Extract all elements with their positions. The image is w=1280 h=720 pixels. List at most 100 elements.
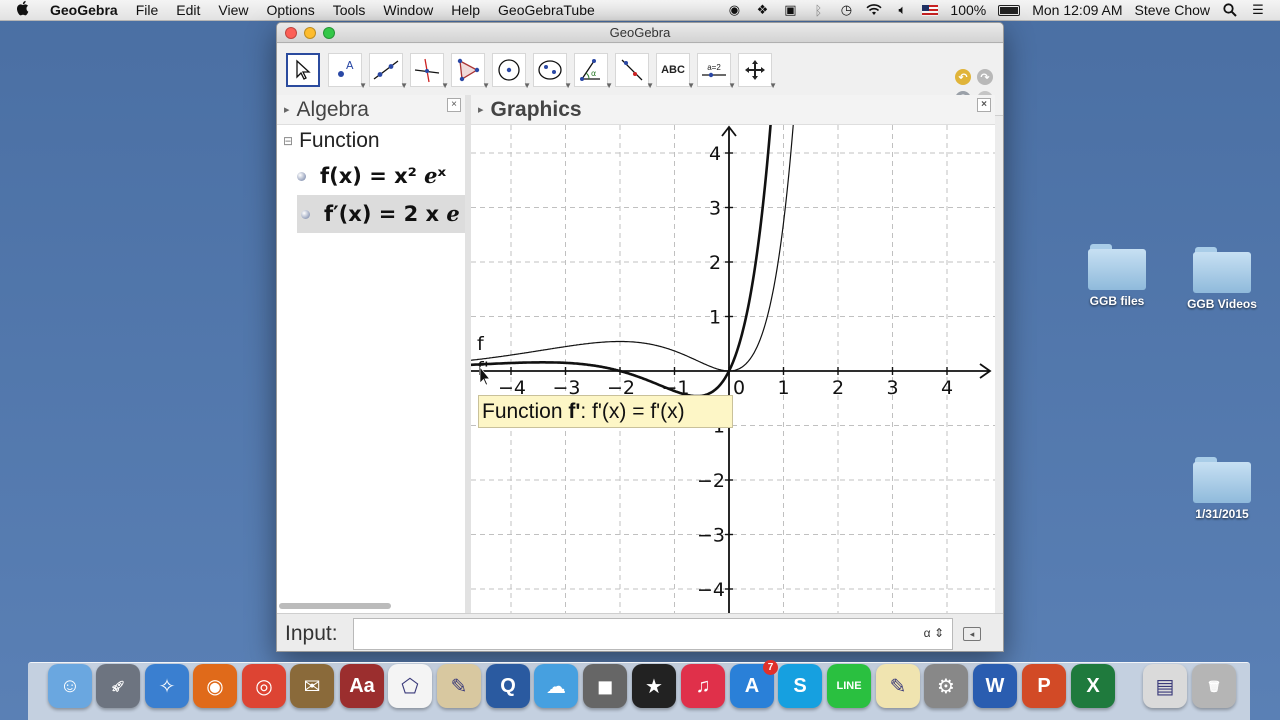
- menu-view[interactable]: View: [209, 2, 257, 18]
- slider-icon: [702, 72, 726, 77]
- dock-geogebra-icon[interactable]: ⬠: [388, 664, 432, 708]
- dock-messages-icon[interactable]: ☁: [534, 664, 578, 708]
- dock-downloads-icon[interactable]: ▤: [1143, 664, 1187, 708]
- graphics-header[interactable]: ▸ Graphics ×: [471, 95, 995, 125]
- input-field[interactable]: α ⇕: [353, 617, 953, 650]
- redo-icon[interactable]: ↷: [977, 69, 993, 85]
- graphics-canvas[interactable]: −4−3−2−1012344321−1−2−3−4 f f': [471, 125, 995, 613]
- volume-icon[interactable]: 🔈︎: [894, 2, 910, 17]
- dock-quicktime-icon[interactable]: Q: [486, 664, 530, 708]
- dock-trash-icon[interactable]: 🗑︎: [1192, 664, 1236, 708]
- dock-excel-icon[interactable]: X: [1071, 664, 1115, 708]
- circle-tool-button[interactable]: ▼: [492, 53, 531, 90]
- line-tool-button[interactable]: ▼: [369, 53, 408, 90]
- dock-facetime-icon[interactable]: ◼: [583, 664, 627, 708]
- dock-dictionary-icon[interactable]: Aa: [340, 664, 384, 708]
- collapse-caret-icon[interactable]: ▸: [284, 103, 290, 116]
- zoom-window-button[interactable]: [323, 27, 335, 39]
- slider-tool-button[interactable]: a=2 ▼: [697, 53, 736, 90]
- collapse-group-icon[interactable]: ⊟: [283, 134, 293, 148]
- battery-icon[interactable]: [998, 4, 1021, 16]
- algebra-horizontal-scrollbar[interactable]: [279, 603, 391, 609]
- close-graphics-icon[interactable]: ×: [977, 98, 991, 112]
- menu-geogebratube[interactable]: GeoGebraTube: [489, 2, 604, 18]
- menu-file[interactable]: File: [127, 2, 168, 18]
- desktop-folder-ggb-videos[interactable]: GGB Videos: [1177, 247, 1267, 311]
- wifi-icon[interactable]: [866, 3, 882, 17]
- user-name[interactable]: Steve Chow: [1135, 2, 1210, 18]
- perpendicular-tool-button[interactable]: ▼: [410, 53, 449, 90]
- window-titlebar[interactable]: GeoGebra: [277, 23, 1003, 43]
- move-tool-button[interactable]: [286, 53, 320, 87]
- clock[interactable]: Mon 12:09 AM: [1032, 2, 1122, 18]
- spotlight-icon[interactable]: [1222, 3, 1238, 17]
- dock-itunes-icon[interactable]: ♫: [681, 664, 725, 708]
- time-machine-icon[interactable]: ◷: [838, 2, 854, 17]
- dock-line-icon[interactable]: LINE: [827, 664, 871, 708]
- desktop-folder-ggb-files[interactable]: GGB files: [1072, 244, 1162, 308]
- label-f[interactable]: f: [477, 333, 485, 355]
- close-algebra-icon[interactable]: ×: [447, 98, 461, 112]
- minimize-window-button[interactable]: [304, 27, 316, 39]
- menu-window[interactable]: Window: [374, 2, 442, 18]
- dock-imovie-icon[interactable]: ★: [632, 664, 676, 708]
- menu-edit[interactable]: Edit: [167, 2, 209, 18]
- dock-firefox-icon[interactable]: ◉: [193, 664, 237, 708]
- dock-mail-icon[interactable]: ✉: [290, 664, 334, 708]
- y-tick-label: 4: [709, 143, 721, 165]
- undo-icon[interactable]: ↶: [955, 69, 971, 85]
- dock-word-icon[interactable]: W: [973, 664, 1017, 708]
- dock-app-store-icon[interactable]: A7: [730, 660, 778, 708]
- menu-options[interactable]: Options: [257, 2, 323, 18]
- search-tray-icon[interactable]: ▣: [782, 2, 798, 17]
- graphics-view[interactable]: ▸ Graphics × −4−3−2−1012344321−1−2−3−4 f…: [471, 95, 995, 613]
- close-window-button[interactable]: [285, 27, 297, 39]
- x-tick-label: 4: [941, 377, 953, 399]
- us-flag-input-icon[interactable]: [922, 4, 939, 16]
- point-tool-button[interactable]: A ▼: [328, 53, 367, 90]
- symbol-table-button[interactable]: α ⇕: [924, 626, 944, 640]
- menu-help[interactable]: Help: [442, 2, 489, 18]
- curve-f[interactable]: [471, 125, 795, 372]
- dock-chrome-icon[interactable]: ◎: [242, 664, 286, 708]
- battery-percent: 100%: [950, 2, 987, 18]
- move-graphics-tool-button[interactable]: ▼: [738, 53, 777, 90]
- algebra-item-f[interactable]: f(x) = x² ℯˣ: [277, 157, 465, 195]
- dropbox-icon[interactable]: ❖: [754, 2, 770, 17]
- algebra-header[interactable]: ▸ Algebra ×: [277, 95, 465, 125]
- bluetooth-icon[interactable]: ᛒ: [810, 3, 826, 18]
- geogebra-window: GeoGebra A ▼ ▼ ▼ ▼ ▼ ▼ α ▼ ▼ ABC ▼ a=2 ▼…: [276, 22, 1004, 652]
- dock-finder-icon[interactable]: ☺: [48, 664, 92, 708]
- angle-tool-button[interactable]: α ▼: [574, 53, 613, 90]
- x-tick-label: 2: [832, 377, 844, 399]
- record-icon[interactable]: ◉: [726, 2, 742, 17]
- dock-skype-icon[interactable]: S: [778, 664, 822, 708]
- conic-tool-button[interactable]: ▼: [533, 53, 572, 90]
- app-store-badge: 7: [763, 660, 778, 675]
- visibility-toggle-icon[interactable]: [297, 171, 306, 181]
- dock-textedit-icon[interactable]: ✎: [876, 664, 920, 708]
- notification-center-icon[interactable]: ☰: [1250, 2, 1266, 17]
- dock-pencil-icon[interactable]: ✎: [437, 664, 481, 708]
- slider-tool-label: a=2: [707, 62, 721, 72]
- text-tool-button[interactable]: ABC ▼: [656, 53, 695, 90]
- dock-system-preferences-icon[interactable]: ⚙: [924, 664, 968, 708]
- algebra-group-label: Function: [299, 129, 380, 152]
- algebra-group-function[interactable]: ⊟ Function: [277, 125, 465, 157]
- collapse-caret-icon[interactable]: ▸: [478, 103, 484, 116]
- menu-tools[interactable]: Tools: [324, 2, 375, 18]
- algebra-item-fprime[interactable]: f′(x) = 2 x ℯ: [297, 195, 465, 233]
- desktop-folder-date[interactable]: 1/31/2015: [1177, 457, 1267, 521]
- tooltip-prefix: Function: [482, 400, 569, 423]
- curve-fprime[interactable]: [471, 125, 772, 398]
- polygon-tool-button[interactable]: ▼: [451, 53, 490, 90]
- visibility-toggle-icon[interactable]: [301, 209, 310, 219]
- dock-powerpoint-icon[interactable]: P: [1022, 664, 1066, 708]
- keyboard-icon[interactable]: ◂: [963, 626, 981, 641]
- folder-icon: [1193, 247, 1251, 293]
- dock-safari-icon[interactable]: ✧: [145, 664, 189, 708]
- reflect-tool-button[interactable]: ▼: [615, 53, 654, 90]
- app-menu-name[interactable]: GeoGebra: [46, 2, 127, 18]
- apple-menu-icon[interactable]: [0, 0, 46, 21]
- dock-launchpad-icon[interactable]: 🚀︎: [96, 664, 140, 708]
